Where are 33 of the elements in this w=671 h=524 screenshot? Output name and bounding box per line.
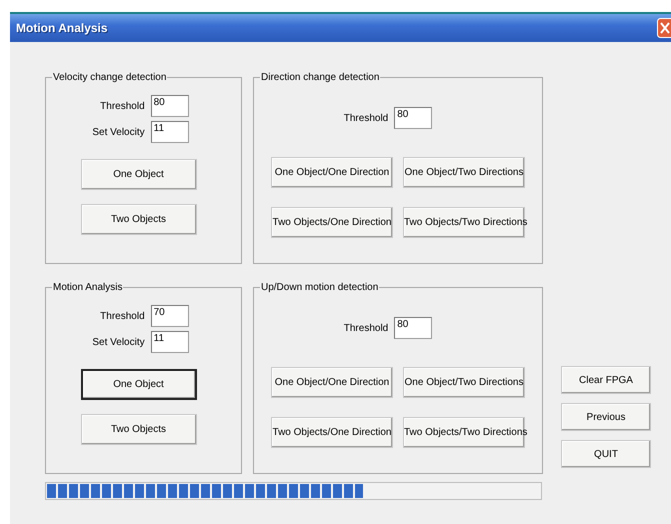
action-button[interactable]: One Object/Two Directions: [403, 157, 525, 188]
input-field[interactable]: 11: [150, 331, 189, 353]
side-button[interactable]: Previous: [561, 403, 651, 431]
action-button[interactable]: Two Objects/One Direction: [271, 417, 393, 448]
group-title: Up/Down motion detection: [260, 281, 380, 295]
action-button[interactable]: Two Objects/One Direction: [271, 207, 393, 238]
action-button[interactable]: Two Objects: [80, 414, 196, 445]
window-title: Motion Analysis: [16, 20, 108, 37]
action-button[interactable]: Two Objects/Two Directions: [403, 207, 525, 238]
input-field[interactable]: 80: [394, 317, 432, 339]
field-label: Set Velocity: [92, 336, 145, 350]
action-button[interactable]: One Object/Two Directions: [403, 367, 525, 398]
action-button[interactable]: Two Objects/Two Directions: [403, 417, 525, 448]
action-button[interactable]: One Object/One Direction: [271, 367, 393, 398]
group-title: Direction change detection: [260, 71, 380, 85]
field-label: Threshold: [344, 112, 388, 126]
action-button[interactable]: Two Objects: [80, 204, 196, 235]
side-button[interactable]: Clear FPGA: [561, 366, 651, 394]
action-button[interactable]: One Object/One Direction: [271, 157, 393, 188]
input-field[interactable]: 80: [394, 107, 432, 129]
group-title: Velocity change detection: [52, 71, 168, 85]
action-button[interactable]: One Object: [80, 159, 196, 190]
input-field[interactable]: 70: [150, 305, 189, 327]
field-label: Threshold: [100, 310, 145, 324]
input-field[interactable]: 11: [150, 121, 189, 143]
field-label: Set Velocity: [92, 126, 145, 140]
close-icon[interactable]: [657, 18, 671, 38]
field-label: Threshold: [344, 322, 388, 336]
group-title: Motion Analysis: [52, 281, 124, 295]
action-button[interactable]: One Object: [80, 369, 196, 400]
field-label: Threshold: [100, 100, 145, 114]
input-field[interactable]: 80: [150, 95, 189, 117]
side-button[interactable]: QUIT: [561, 440, 651, 468]
